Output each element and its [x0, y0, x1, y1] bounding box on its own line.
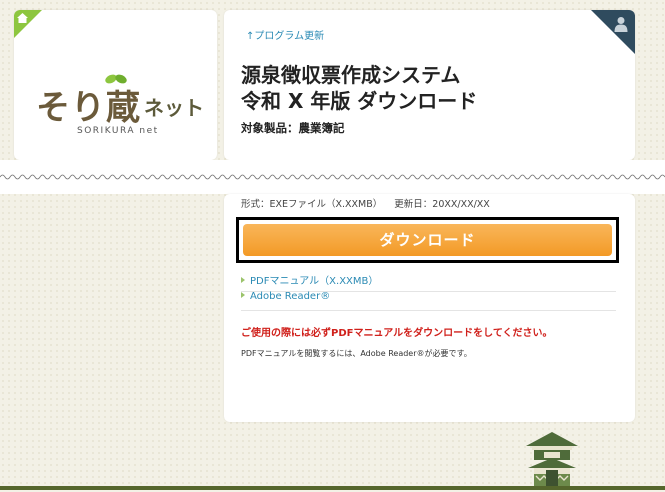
adobe-reader-link[interactable]: Adobe Reader® — [241, 291, 616, 311]
adobe-reader-label[interactable]: Adobe Reader® — [250, 291, 330, 302]
wavy-line — [0, 174, 665, 180]
logo-net-text: ネット — [144, 96, 204, 120]
file-info: 形式：EXEファイル（X.XXMB） 更新日：20XX/XX/XX — [241, 196, 490, 210]
main-card-header: ↑プログラム更新 源泉徴収票作成システム 令和 X 年版 ダウンロード 対象製品… — [224, 10, 635, 160]
storehouse-icon — [526, 432, 578, 486]
page-break-separator — [0, 160, 665, 194]
download-card: 形式：EXEファイル（X.XXMB） 更新日：20XX/XX/XX ダウンロード … — [224, 194, 635, 422]
footer-line — [0, 486, 665, 490]
user-icon[interactable] — [614, 16, 628, 32]
download-button[interactable]: ダウンロード — [243, 224, 612, 256]
triangle-right-icon — [241, 292, 245, 298]
pdf-manual-label[interactable]: PDFマニュアル（X.XXMB） — [250, 276, 378, 287]
target-product: 対象製品：農業簿記 — [241, 121, 345, 135]
triangle-right-icon — [241, 277, 245, 283]
warning-notice: ご使用の際には必ずPDFマニュアルをダウンロードをしてください。 — [241, 328, 553, 339]
pdf-manual-link[interactable]: PDFマニュアル（X.XXMB） — [241, 272, 616, 292]
logo-card[interactable]: そり蔵 ネット SORIKURA net — [14, 10, 217, 160]
logo-subtext: SORIKURA net — [77, 126, 159, 136]
file-format: 形式：EXEファイル（X.XXMB） — [241, 199, 383, 210]
page-title: 源泉徴収票作成システム 令和 X 年版 ダウンロード — [241, 63, 478, 113]
home-icon[interactable] — [17, 13, 28, 23]
logo-text: そり蔵 — [36, 88, 141, 128]
file-updated: 更新日：20XX/XX/XX — [394, 199, 490, 210]
reader-note: PDFマニュアルを閲覧するには、Adobe Reader®が必要です。 — [241, 349, 472, 358]
program-update-link[interactable]: ↑プログラム更新 — [246, 27, 324, 42]
download-highlight-frame: ダウンロード — [236, 217, 619, 263]
user-corner[interactable] — [591, 10, 635, 54]
